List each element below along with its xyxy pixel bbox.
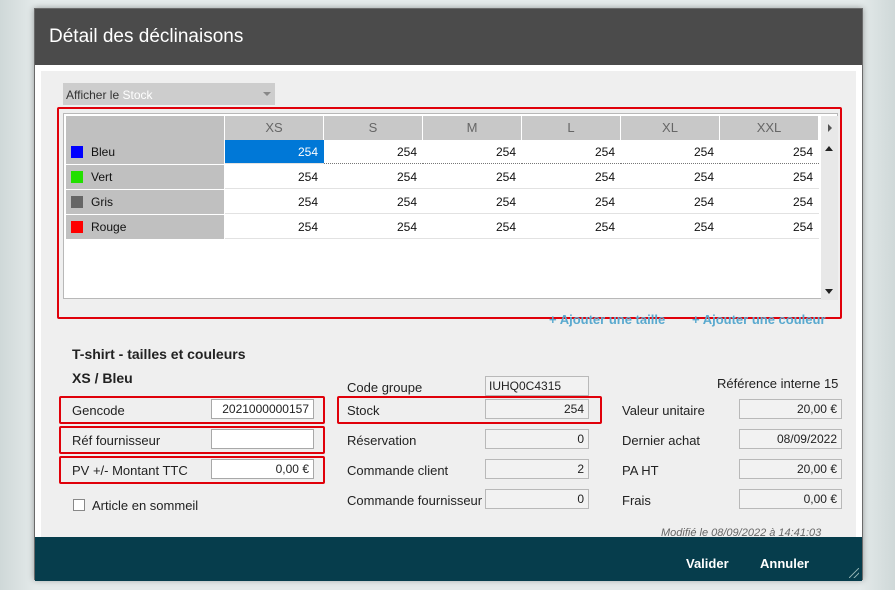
pa-ht-field: 20,00 € (739, 459, 842, 479)
unit-value-field: 20,00 € (739, 399, 842, 419)
gencode-field[interactable]: 2021000000157 (211, 399, 314, 419)
row-label-bleu[interactable]: Bleu (66, 140, 224, 164)
color-swatch (71, 221, 83, 233)
grid-cell[interactable]: 254 (225, 140, 324, 164)
grid-cell[interactable]: 254 (720, 190, 819, 214)
row-label-vert[interactable]: Vert (66, 165, 224, 189)
grid-cell[interactable]: 254 (522, 215, 621, 239)
dialog-title: Détail des déclinaisons (49, 26, 244, 47)
group-code-label: Code groupe (347, 380, 423, 395)
validate-button[interactable]: Valider (686, 556, 729, 571)
gencode-label: Gencode (72, 403, 125, 418)
grid-cell[interactable]: 254 (720, 165, 819, 189)
supplier-ref-label: Réf fournisseur (72, 433, 161, 448)
supplier-ref-field[interactable] (211, 429, 314, 449)
col-header-l[interactable]: L (522, 116, 621, 140)
group-code-value: IUHQ0C4315 (485, 376, 589, 396)
row-label-rouge[interactable]: Rouge (66, 215, 224, 239)
variants-grid: XS S M L XL XXL Bleu 254 254 254 254 254… (63, 113, 838, 300)
dialog-content: Afficher le Stock XS S M L XL XXL Bleu 2… (41, 71, 856, 543)
row-name: Rouge (91, 220, 127, 234)
row-name: Vert (91, 170, 113, 184)
grid-vertical-scrollbar[interactable] (821, 140, 838, 300)
grid-cell[interactable]: 254 (522, 165, 621, 189)
grid-cell[interactable]: 254 (423, 190, 522, 214)
fees-field: 0,00 € (739, 489, 842, 509)
col-header-xl[interactable]: XL (621, 116, 720, 140)
supplier-order-value: 0 (485, 489, 589, 509)
display-select-value: Stock (122, 88, 153, 102)
fees-label: Frais (622, 493, 651, 508)
grid-cell[interactable]: 254 (720, 140, 819, 164)
client-order-label: Commande client (347, 463, 449, 478)
sleep-checkbox[interactable] (73, 499, 85, 511)
grid-cell[interactable]: 254 (423, 165, 522, 189)
resize-grip-icon[interactable] (849, 568, 859, 578)
grid-cell[interactable]: 254 (423, 140, 522, 164)
col-header-xs[interactable]: XS (225, 116, 324, 140)
variants-dialog: Détail des déclinaisons Afficher le Stoc… (34, 8, 863, 581)
color-swatch (71, 171, 83, 183)
variant-name: XS / Bleu (72, 370, 133, 386)
add-size-link[interactable]: + Ajouter une taille (549, 312, 665, 327)
grid-cell[interactable]: 254 (324, 140, 423, 164)
display-select-prefix: Afficher le (66, 88, 120, 102)
display-select-label: Afficher le Stock (66, 88, 153, 102)
add-color-link[interactable]: + Ajouter une couleur (692, 312, 826, 327)
reservation-label: Réservation (347, 433, 417, 448)
dialog-footer: Valider Annuler (35, 537, 862, 581)
grid-cell[interactable]: 254 (720, 215, 819, 239)
grid-cell[interactable]: 254 (324, 190, 423, 214)
scroll-down-icon[interactable] (825, 289, 833, 294)
grid-cell[interactable]: 254 (621, 140, 720, 164)
title-bar: Détail des déclinaisons (35, 9, 862, 65)
cancel-button[interactable]: Annuler (760, 556, 809, 571)
color-swatch (71, 146, 83, 158)
last-purchase-field: 08/09/2022 (739, 429, 842, 449)
sleep-label: Article en sommeil (92, 498, 199, 513)
grid-cell[interactable]: 254 (621, 165, 720, 189)
col-header-s[interactable]: S (324, 116, 423, 140)
row-name: Gris (91, 195, 113, 209)
grid-cell[interactable]: 254 (621, 190, 720, 214)
unit-value-label: Valeur unitaire (622, 403, 705, 418)
stock-label: Stock (347, 403, 380, 418)
pv-label: PV +/- Montant TTC (72, 463, 188, 478)
product-name: T-shirt - tailles et couleurs (72, 346, 246, 362)
reservation-value: 0 (485, 429, 589, 449)
row-name: Bleu (91, 145, 116, 159)
scroll-right-button[interactable] (821, 116, 838, 140)
grid-cell[interactable]: 254 (522, 140, 621, 164)
grid-cell[interactable]: 254 (522, 190, 621, 214)
last-purchase-label: Dernier achat (622, 433, 701, 448)
grid-cell[interactable]: 254 (621, 215, 720, 239)
internal-ref: Référence interne 15 (717, 376, 839, 391)
grid-cell[interactable]: 254 (225, 215, 324, 239)
supplier-order-label: Commande fournisseur (347, 493, 483, 508)
grid-cell[interactable]: 254 (324, 165, 423, 189)
display-select[interactable]: Afficher le Stock (63, 83, 275, 105)
row-label-gris[interactable]: Gris (66, 190, 224, 214)
chevron-down-icon (263, 92, 271, 96)
pa-ht-label: PA HT (622, 463, 659, 478)
stock-value: 254 (485, 399, 589, 419)
pv-field[interactable]: 0,00 € (211, 459, 314, 479)
color-swatch (71, 196, 83, 208)
grid-corner-header (66, 116, 225, 140)
chevron-right-icon (828, 124, 832, 132)
grid-cell[interactable]: 254 (423, 215, 522, 239)
grid-cell[interactable]: 254 (225, 190, 324, 214)
grid-cell[interactable]: 254 (225, 165, 324, 189)
grid-cell[interactable]: 254 (324, 215, 423, 239)
col-header-xxl[interactable]: XXL (720, 116, 819, 140)
scroll-up-icon[interactable] (825, 146, 833, 151)
client-order-value: 2 (485, 459, 589, 479)
col-header-m[interactable]: M (423, 116, 522, 140)
